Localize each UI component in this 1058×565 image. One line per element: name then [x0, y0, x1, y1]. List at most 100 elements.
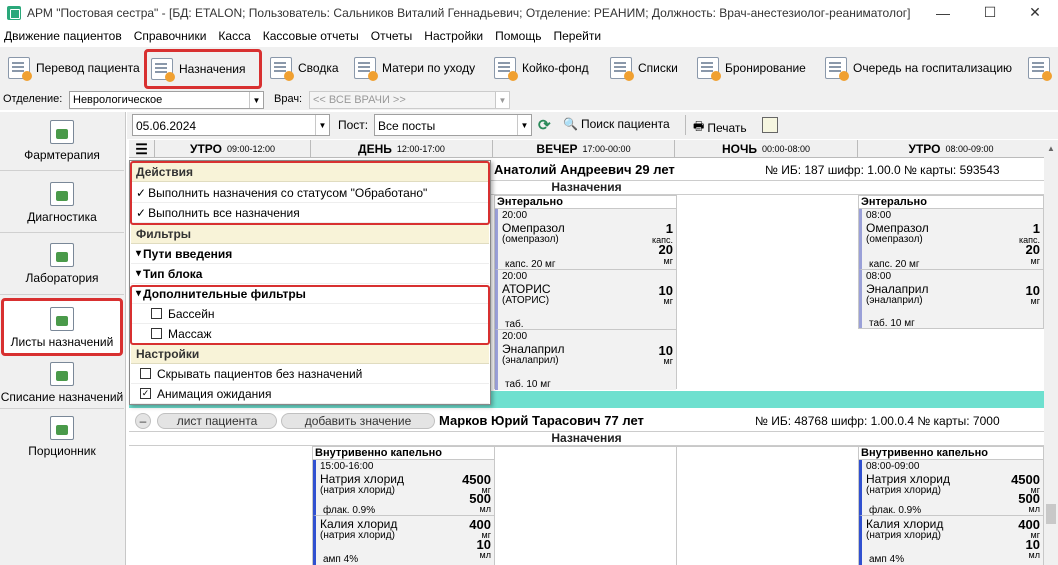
sidebar-item-pharmacotherapy[interactable]: Фармтерапия: [0, 120, 124, 162]
menu-directories[interactable]: Справочники: [128, 29, 213, 43]
card-footer: таб.: [505, 319, 524, 330]
summary-icon: [270, 57, 294, 81]
menu-cash-reports[interactable]: Кассовые отчеты: [257, 29, 365, 43]
setting-animation[interactable]: ✓ Анимация ожидания: [131, 384, 489, 404]
filter-extra[interactable]: ▾ Дополнительные фильтры: [131, 284, 489, 304]
scroll-thumb[interactable]: [1046, 504, 1056, 524]
check-icon: ✓: [136, 205, 147, 220]
refresh-icon[interactable]: ⟳: [538, 116, 551, 134]
menu-patient-movement[interactable]: Движение пациентов: [0, 29, 128, 43]
hide-patients-checkbox[interactable]: [140, 368, 151, 379]
sidebar-item-prescription-sheets[interactable]: Листы назначений: [1, 298, 123, 356]
card-qty: 10: [1025, 283, 1040, 298]
prescription-card[interactable]: 15:00-16:00 Натрия хлорид (натрия хлорид…: [313, 460, 494, 516]
sidebar-item-diagnostics[interactable]: Диагностика: [0, 182, 124, 224]
summary-button[interactable]: Сводка: [266, 51, 339, 85]
sidebar-item-write-off[interactable]: Списание назначений: [0, 362, 124, 404]
prescription-card[interactable]: 20:00 Эналаприл (эналаприл) 10 мг таб. 1…: [495, 330, 676, 390]
divider: [0, 294, 124, 295]
filter-label: Дополнительные фильтры: [143, 286, 306, 301]
prescription-card[interactable]: 20:00 АТОРИС (АТОРИС) 10 мг таб.: [495, 270, 676, 330]
booking-button[interactable]: Бронирование: [693, 51, 806, 85]
prescriptions-button[interactable]: Назначения: [144, 49, 262, 89]
filter-routes[interactable]: ▾ Пути введения: [131, 244, 489, 264]
patient-info: № ИБ: 48768 шифр: 1.00.0.4 № карты: 7000: [755, 414, 1000, 428]
card-qty: 1: [1032, 221, 1040, 236]
lists-button[interactable]: Списки: [606, 51, 678, 85]
prescription-card[interactable]: 20:00 Омепразол (омепразол) 1 капс. 20 м…: [495, 209, 676, 270]
card-drug-sub: (эналаприл): [866, 295, 923, 306]
search-patient-button[interactable]: 🔍 Поиск пациента: [563, 117, 670, 131]
route-label: Энтерально: [859, 196, 1043, 209]
sidebar-item-label: Фармтерапия: [24, 148, 100, 162]
timeslot-name: УТРО: [908, 142, 941, 156]
pool-checkbox[interactable]: [151, 308, 162, 319]
menu-goto[interactable]: Перейти: [547, 29, 607, 43]
timeslot-name: НОЧЬ: [721, 142, 757, 156]
menu-help[interactable]: Помощь: [489, 29, 547, 43]
portion-icon: [50, 416, 74, 440]
pharmacotherapy-icon: [50, 120, 74, 144]
card-time: 08:00-09:00: [866, 461, 920, 472]
day-column: Внутривенно капельно 15:00-16:00 Натрия …: [312, 446, 495, 565]
filter-pool[interactable]: Бассейн: [131, 304, 489, 324]
print-button[interactable]: 🖶 Печать: [693, 117, 747, 138]
calendar-icon[interactable]: [762, 117, 778, 133]
date-picker[interactable]: 05.06.2024 ▼: [132, 114, 330, 136]
prescription-card[interactable]: Калия хлорид (натрия хлорид) 400 мг 10 м…: [313, 516, 494, 565]
menu-toggle-icon[interactable]: ☰: [129, 140, 155, 158]
card-footer: амп 4%: [869, 554, 905, 565]
prescription-card[interactable]: Калия хлорид (натрия хлорид) 400 мг 10 м…: [859, 516, 1043, 565]
filter-block-type[interactable]: ▾ Тип блока: [131, 264, 489, 284]
add-value-button[interactable]: добавить значение: [281, 413, 435, 429]
queue-button[interactable]: Очередь на госпитализацию: [821, 51, 1012, 85]
doctor-select[interactable]: << ВСЕ ВРАЧИ >> ▼: [309, 91, 510, 109]
divider: [0, 408, 124, 409]
setting-label: Анимация ожидания: [157, 386, 272, 401]
department-select[interactable]: Неврологическое ▼: [69, 91, 264, 109]
sidebar-item-laboratory[interactable]: Лаборатория: [0, 243, 124, 285]
maximize-button[interactable]: ☐: [967, 0, 1013, 25]
prescription-card[interactable]: 08:00 Эналаприл (эналаприл) 10 мг таб. 1…: [859, 270, 1043, 329]
sidebar-item-label: Порционник: [28, 444, 96, 458]
sidebar-item-portion[interactable]: Порционник: [0, 416, 124, 458]
card-qty2: 20: [658, 242, 673, 257]
close-button[interactable]: ✕: [1012, 0, 1058, 25]
scroll-up-icon[interactable]: ▲: [1044, 144, 1058, 153]
evening-column: [494, 446, 677, 565]
queue-icon: [825, 57, 849, 81]
prescription-sheets-icon: [50, 307, 74, 331]
massage-checkbox[interactable]: [151, 328, 162, 339]
menu-settings[interactable]: Настройки: [418, 29, 489, 43]
bed-fund-button[interactable]: Койко-фонд: [490, 51, 589, 85]
card-unit2: мл: [479, 550, 491, 560]
vertical-scrollbar[interactable]: ▲: [1044, 140, 1058, 565]
prescription-card[interactable]: 08:00-09:00 Натрия хлорид (натрия хлорид…: [859, 460, 1043, 516]
transfer-patient-button[interactable]: Перевод пациента: [4, 51, 140, 85]
menu-cashier[interactable]: Касса: [212, 29, 256, 43]
post-select[interactable]: Все посты ▼: [374, 114, 532, 136]
diagnostics-icon: [50, 182, 74, 206]
card-qty: 4500: [462, 472, 491, 487]
card-footer: капс. 20 мг: [505, 259, 556, 270]
card-qty2: 10: [476, 537, 491, 552]
more-button[interactable]: [1024, 51, 1056, 85]
minimize-button[interactable]: —: [920, 0, 966, 25]
action-execute-all[interactable]: ✓ Выполнить все назначения: [131, 203, 489, 223]
setting-hide-patients[interactable]: Скрывать пациентов без назначений: [131, 364, 489, 384]
patient-sheet-button[interactable]: лист пациента: [157, 413, 277, 429]
collapse-button[interactable]: –: [135, 413, 151, 429]
timeslot-name: ВЕЧЕР: [536, 142, 578, 156]
filter-label: Тип блока: [143, 266, 203, 281]
actions-dropdown: Действия ✓ Выполнить назначения со стату…: [129, 160, 491, 405]
filter-massage[interactable]: Массаж: [131, 324, 489, 344]
route-label: Энтерально: [495, 196, 676, 209]
mothers-button[interactable]: Матери по уходу: [350, 51, 475, 85]
timeslot-range: 12:00-17:00: [396, 144, 445, 154]
menu-reports[interactable]: Отчеты: [365, 29, 418, 43]
action-execute-processed[interactable]: ✓ Выполнить назначения со статусом "Обра…: [131, 183, 489, 203]
card-qty: 10: [658, 283, 673, 298]
prescription-card[interactable]: 08:00 Омепразол (омепразол) 1 капс. 20 м…: [859, 209, 1043, 270]
settings-header: Настройки: [131, 344, 489, 364]
animation-checkbox[interactable]: ✓: [140, 388, 151, 399]
